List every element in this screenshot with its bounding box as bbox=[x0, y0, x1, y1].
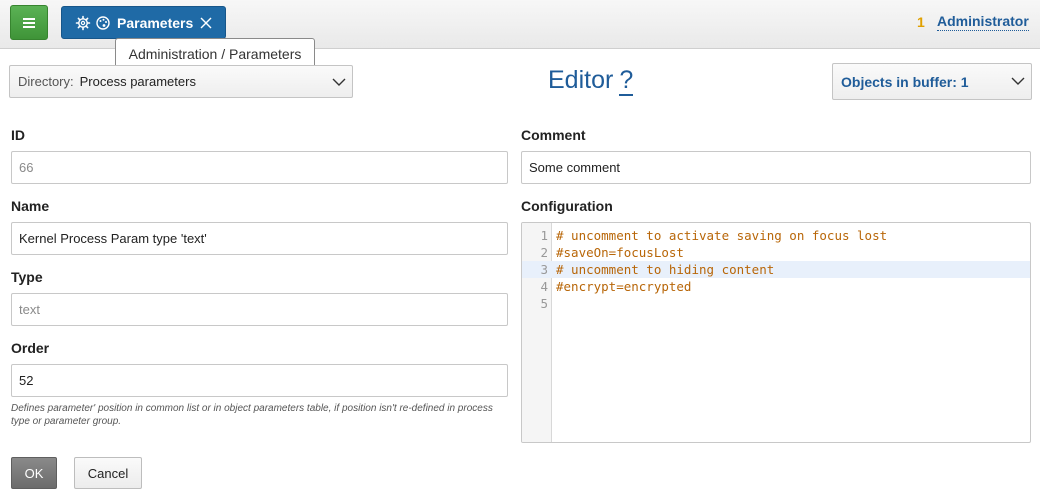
type-label: Type bbox=[11, 269, 43, 285]
chevron-down-icon bbox=[332, 78, 346, 86]
chevron-down-icon bbox=[1011, 77, 1025, 85]
line-number: 1 bbox=[540, 228, 548, 243]
close-icon[interactable] bbox=[199, 16, 213, 30]
code-line[interactable]: 5 bbox=[522, 295, 1030, 312]
line-number: 4 bbox=[540, 279, 548, 294]
palette-icon bbox=[96, 15, 110, 30]
code-line-active[interactable]: 3 # uncomment to hiding content bbox=[522, 261, 1030, 278]
code-line[interactable]: 4 #encrypt=encrypted bbox=[522, 278, 1030, 295]
configuration-label: Configuration bbox=[521, 198, 613, 214]
buffer-label: Objects in buffer: 1 bbox=[841, 73, 969, 90]
line-text: # uncomment to activate saving on focus … bbox=[556, 228, 888, 243]
comment-label: Comment bbox=[521, 127, 586, 143]
page-title: Editor? bbox=[548, 66, 634, 96]
tab-parameters[interactable]: Parameters bbox=[61, 6, 226, 39]
type-field[interactable]: text bbox=[11, 293, 508, 326]
editor-title-text: Editor bbox=[548, 66, 614, 94]
name-label: Name bbox=[11, 198, 50, 214]
objects-buffer-dropdown[interactable]: Objects in buffer: 1 bbox=[832, 63, 1032, 100]
main-menu-button[interactable] bbox=[10, 5, 48, 40]
gear-icon bbox=[75, 15, 91, 30]
order-field[interactable]: 52 bbox=[11, 364, 508, 397]
line-number: 3 bbox=[540, 262, 548, 277]
order-hint: Defines parameter' position in common li… bbox=[11, 403, 493, 427]
help-link[interactable]: ? bbox=[619, 66, 634, 96]
line-number: 2 bbox=[540, 245, 548, 260]
user-menu-link[interactable]: Administrator bbox=[937, 13, 1029, 31]
line-text: #encrypt=encrypted bbox=[556, 279, 692, 294]
comment-field[interactable]: Some comment bbox=[521, 151, 1031, 184]
cancel-button[interactable]: Cancel bbox=[74, 457, 142, 489]
code-line[interactable]: 1 # uncomment to activate saving on focu… bbox=[522, 227, 1030, 244]
order-label: Order bbox=[11, 340, 50, 356]
directory-label: Directory: bbox=[18, 74, 74, 89]
ok-button[interactable]: OK bbox=[11, 457, 57, 489]
tab-title: Parameters bbox=[117, 14, 194, 31]
id-label: ID bbox=[11, 127, 25, 143]
directory-value: Process parameters bbox=[79, 74, 196, 89]
directory-select[interactable]: Directory: Process parameters bbox=[9, 65, 353, 98]
hamburger-menu-icon bbox=[23, 17, 35, 28]
line-text: #saveOn=focusLost bbox=[556, 245, 684, 260]
line-number: 5 bbox=[540, 296, 548, 311]
configuration-editor[interactable]: 1 # uncomment to activate saving on focu… bbox=[521, 222, 1031, 443]
notification-count-badge[interactable]: 1 bbox=[917, 14, 925, 30]
id-field[interactable]: 66 bbox=[11, 151, 508, 184]
name-field[interactable]: Kernel Process Param type 'text' bbox=[11, 222, 508, 255]
line-text: # uncomment to hiding content bbox=[556, 262, 775, 277]
code-line[interactable]: 2 #saveOn=focusLost bbox=[522, 244, 1030, 261]
